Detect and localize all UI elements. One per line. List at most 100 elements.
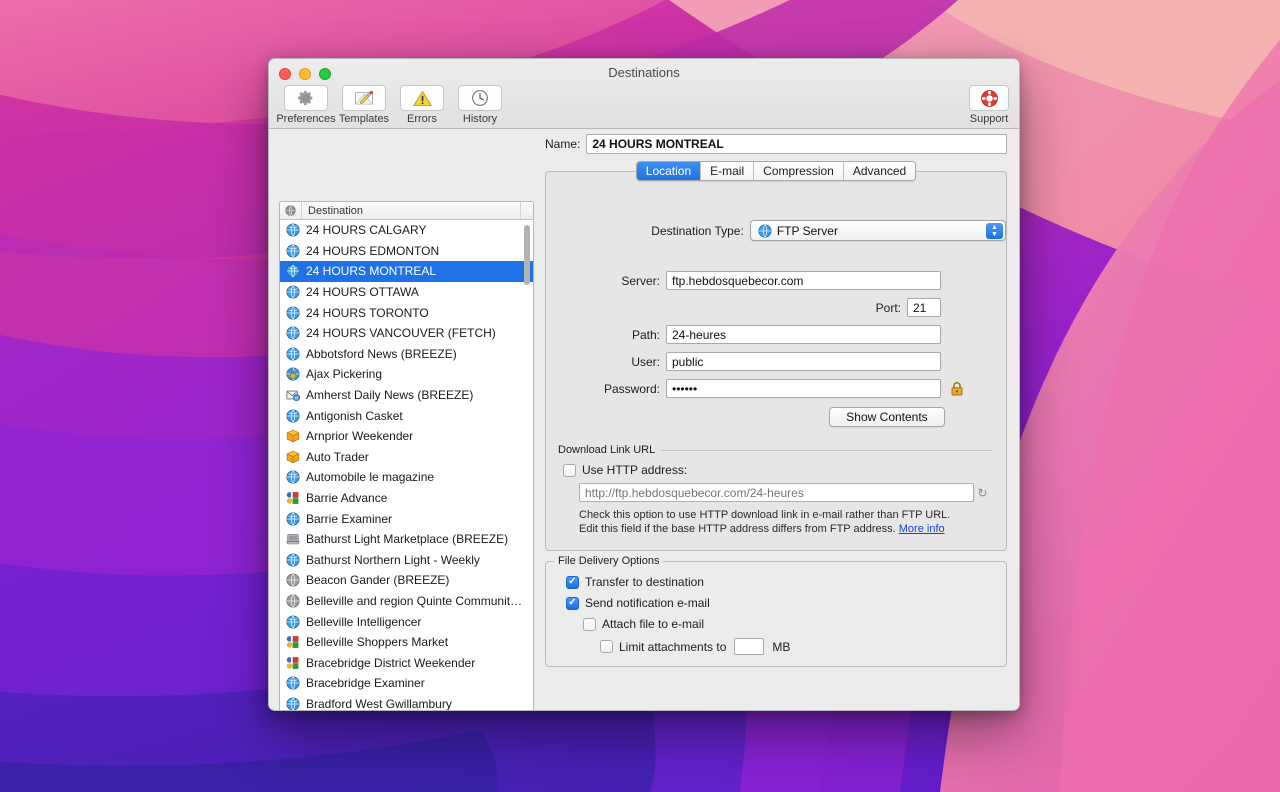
list-item[interactable]: Antigonish Casket [280,405,533,426]
list-header-name-column[interactable]: Destination [302,202,521,219]
list-item[interactable]: Bathurst Northern Light - Weekly [280,550,533,571]
limit-attachments-unit: MB [772,639,791,654]
name-input[interactable] [586,134,1007,154]
preferences-button[interactable] [284,85,328,111]
user-label: User: [631,354,660,369]
send-notification-email-checkbox[interactable] [566,596,579,610]
errors-button[interactable] [400,85,444,111]
tab-location[interactable]: Location [636,162,702,180]
toolbar-item-preferences[interactable]: Preferences [276,85,336,125]
globe-icon [286,223,300,237]
list-scrollbar-thumb[interactable] [524,225,530,285]
list-item[interactable]: 24 HOURS VANCOUVER (FETCH) [280,323,533,344]
list-item[interactable]: 24 HOURS OTTAWA [280,282,533,303]
show-contents-button[interactable]: Show Contents [829,407,945,427]
list-item[interactable]: Belleville Intelligencer [280,611,533,632]
list-item-label: Bradford West Gwillambury [306,696,452,711]
use-http-address-row[interactable]: Use HTTP address: [563,463,992,477]
list-item[interactable]: Auto Trader [280,447,533,468]
more-info-link[interactable]: More info [899,523,945,535]
list-scrollbar[interactable] [523,223,531,708]
template-pencil-icon [354,90,374,105]
list-item[interactable]: 24 HOURS MONTREAL [280,261,533,282]
tab-email[interactable]: E-mail [701,162,755,180]
list-item-label: Arnprior Weekender [306,429,414,444]
list-item[interactable]: Arnprior Weekender [280,426,533,447]
limit-attachments-input[interactable] [734,638,765,655]
list-item-label: Beacon Gander (BREEZE) [306,573,450,588]
templates-button[interactable] [342,85,386,111]
list-item[interactable]: 24 HOURS CALGARY [280,220,533,241]
toolbar-item-support[interactable]: Support [969,85,1009,125]
lock-icon[interactable] [950,381,964,396]
show-contents-row: Show Contents [546,407,1006,427]
list-item[interactable]: Barrie Examiner [280,508,533,529]
user-row: User: [546,352,1006,371]
globe-icon [286,326,300,340]
list-item[interactable]: Barrie Advance [280,488,533,509]
globe-icon [286,676,300,690]
send-notification-email-row[interactable]: Send notification e-mail [566,596,710,610]
file-delivery-options-group: File Delivery Options Transfer to destin… [545,555,1007,667]
globe-icon [758,223,772,238]
list-item[interactable]: 24 HOURS EDMONTON [280,241,533,262]
limit-attachments-row[interactable]: Limit attachments to MB [600,638,790,655]
list-header-spacer [521,202,533,219]
http-url-input[interactable] [579,483,974,502]
transfer-to-destination-label: Transfer to destination [585,575,704,589]
destination-type-popup[interactable]: FTP Server ▲ ▼ [749,220,1006,241]
list-item-label: Auto Trader [306,449,369,464]
port-input[interactable] [907,298,941,317]
list-item[interactable]: Automobile le magazine [280,467,533,488]
limit-attachments-checkbox[interactable] [600,640,613,653]
list-item[interactable]: Abbotsford News (BREEZE) [280,344,533,365]
list-item-label: Abbotsford News (BREEZE) [306,346,457,361]
destinations-window: Destinations Preferences Templates Error… [268,58,1020,711]
list-item[interactable]: Bracebridge District Weekender [280,652,533,673]
tab-advanced[interactable]: Advanced [843,162,916,180]
list-item-label: Belleville and region Quinte Communit… [306,593,523,608]
refresh-icon[interactable]: ↻ [974,485,990,500]
list-item-label: Belleville Intelligencer [306,614,422,629]
toolbar-item-errors[interactable]: Errors [393,85,451,125]
list-item[interactable]: @ Amherst Daily News (BREEZE) [280,385,533,406]
list-item[interactable]: Belleville Shoppers Market [280,632,533,653]
list-item[interactable]: Belleville and region Quinte Communit… [280,591,533,612]
list-item[interactable]: Bradford West Gwillambury [280,694,533,711]
color-squares-icon [286,492,299,504]
history-button[interactable] [458,85,502,111]
window-title: Destinations [608,65,680,80]
toolbar-item-history[interactable]: History [451,85,509,125]
download-link-url-label: Download Link URL [558,444,656,456]
name-label: Name: [545,137,581,151]
transfer-to-destination-checkbox[interactable] [566,575,579,589]
svg-text:@: @ [294,395,298,400]
attach-file-to-email-checkbox[interactable] [583,617,596,631]
password-label: Password: [603,381,660,396]
use-http-address-checkbox[interactable] [563,463,576,477]
list-item[interactable]: 24 HOURS TORONTO [280,302,533,323]
globe-icon [286,264,300,279]
transfer-to-destination-row[interactable]: Transfer to destination [566,575,704,589]
attach-file-to-email-row[interactable]: Attach file to e-mail [583,617,704,631]
list-header-icon-column[interactable] [280,202,302,219]
path-row: Path: [546,325,1006,344]
toolbar-item-templates[interactable]: Templates [335,85,393,125]
globe-icon [286,306,300,320]
attach-file-to-email-label: Attach file to e-mail [602,617,705,631]
use-http-address-label: Use HTTP address: [582,463,688,477]
list-item[interactable]: Beacon Gander (BREEZE) [280,570,533,591]
list-item[interactable]: Bracebridge Examiner [280,673,533,694]
support-button[interactable] [969,85,1009,111]
destination-list-scroll-area[interactable]: 24 HOURS CALGARY 24 HOURS EDMONTON 24 HOUR… [280,220,533,711]
destination-type-stepper[interactable]: ▲ ▼ [986,223,1003,239]
list-item[interactable]: Ajax Pickering [280,364,533,385]
path-input[interactable] [666,325,941,344]
user-input[interactable] [666,352,941,371]
tab-compression[interactable]: Compression [754,162,844,180]
globe-icon [286,285,300,299]
download-link-hint-line1: Check this option to use HTTP download l… [579,509,951,521]
password-input[interactable] [666,379,941,398]
list-item[interactable]: Bathurst Light Marketplace (BREEZE) [280,529,533,550]
server-input[interactable] [666,271,941,290]
